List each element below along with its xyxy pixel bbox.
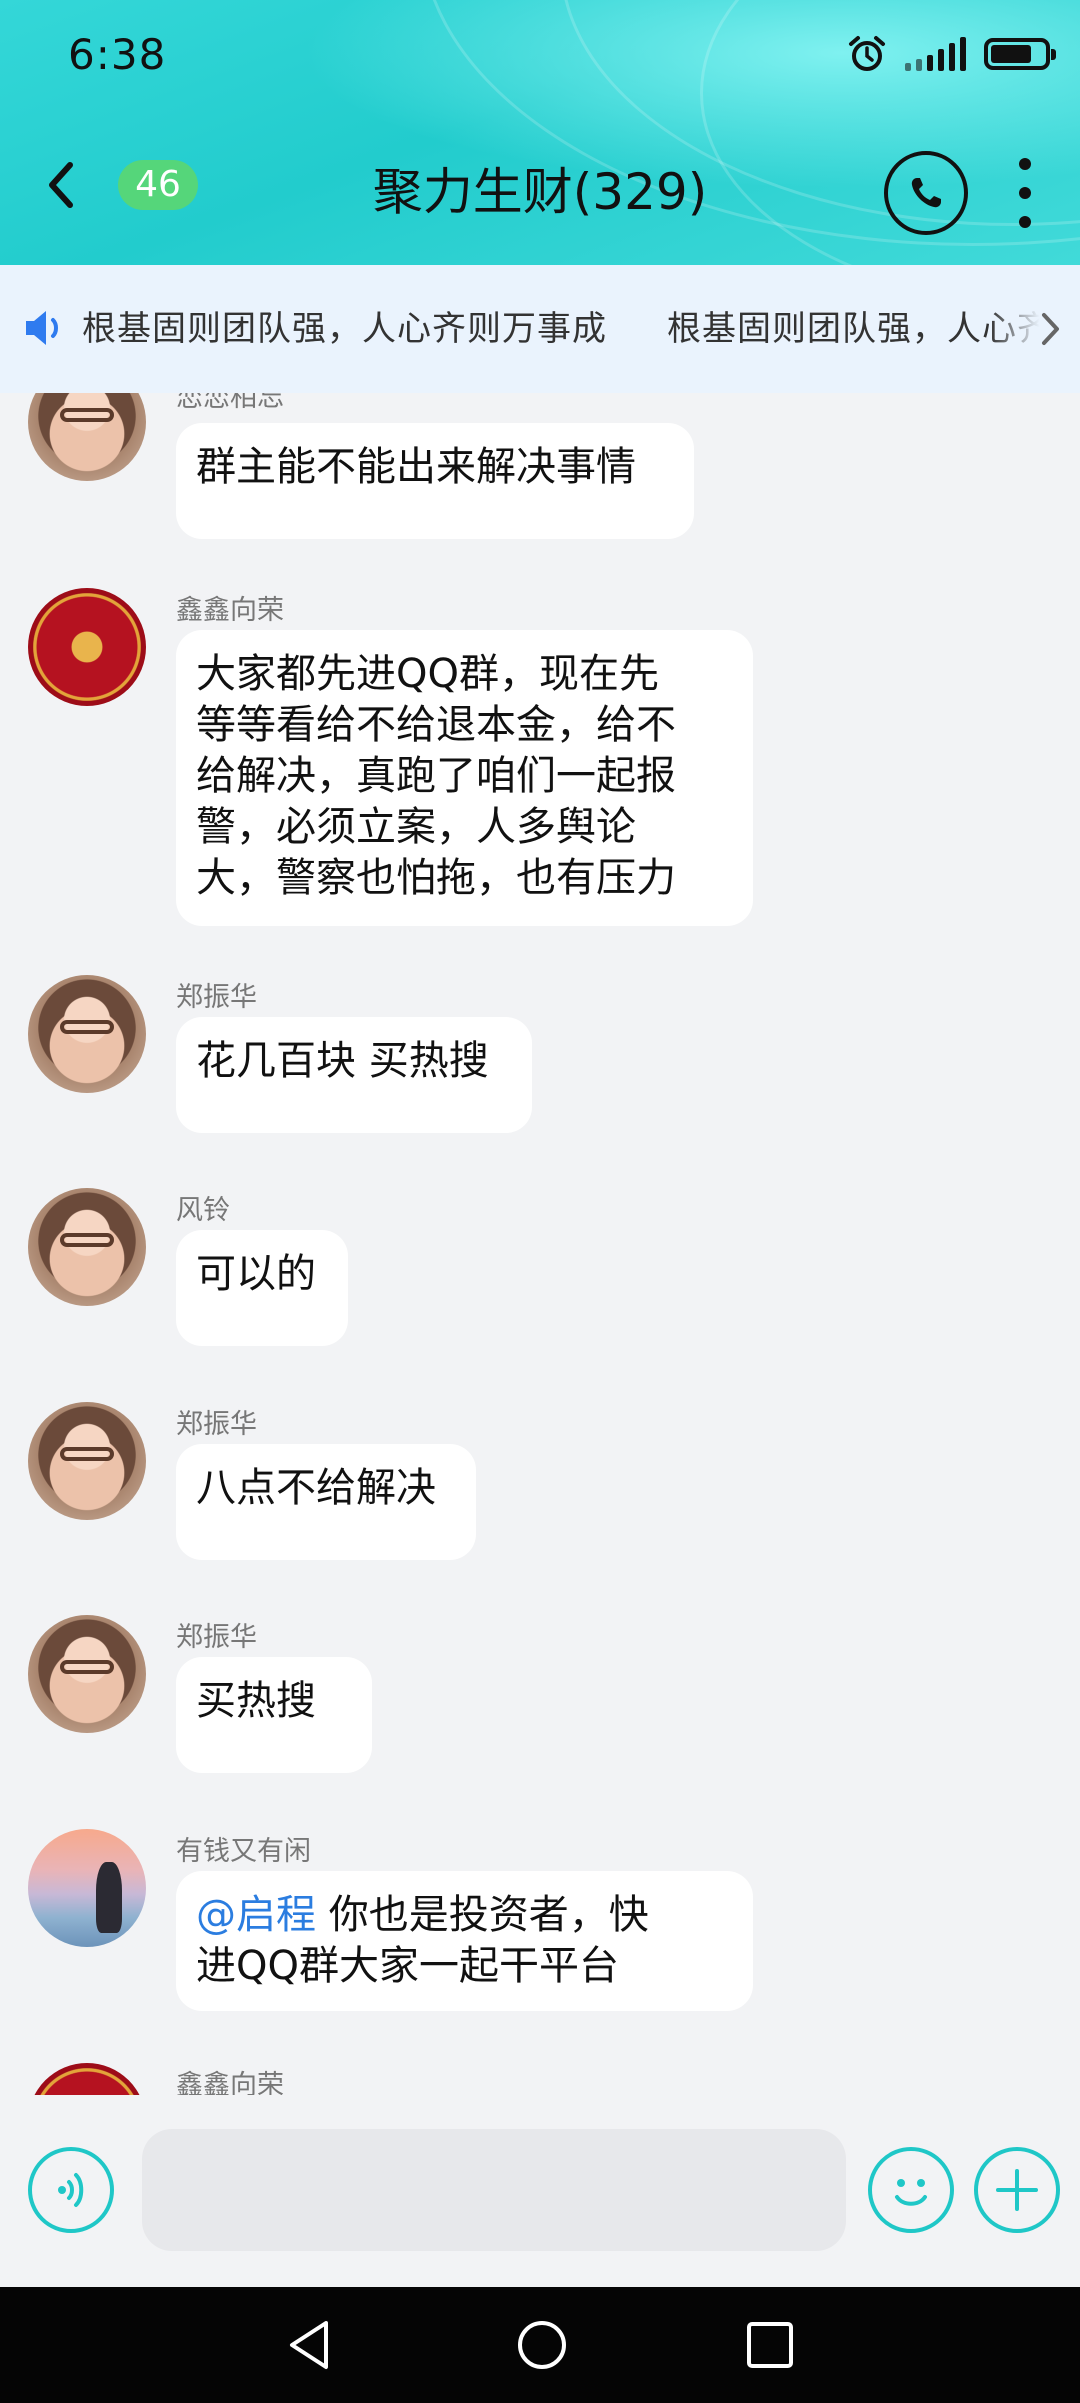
nav-recents-icon[interactable]: [744, 2317, 796, 2373]
avatar[interactable]: [28, 393, 146, 481]
announcement-text-primary: 根基固则团队强，人心齐则万事成: [82, 309, 607, 349]
mention-link[interactable]: @启程: [196, 1892, 316, 1938]
chat-header: 6:38 46 聚力生财(329): [0, 0, 1080, 265]
message-bubble[interactable]: 可以的: [176, 1230, 348, 1346]
message-bubble[interactable]: 大家都先进QQ群，现在先 等等看给不给退本金，给不 给解决，真跑了咱们一起报 警…: [176, 630, 753, 926]
sender-name: 恋恋相忘: [176, 393, 284, 413]
sender-name: 郑振华: [176, 982, 257, 1013]
status-time: 6:38: [68, 30, 167, 79]
more-vertical-icon: [1019, 158, 1031, 170]
emoji-icon: [895, 2179, 927, 2206]
battery-icon: [984, 38, 1056, 70]
emoji-button[interactable]: [868, 2147, 954, 2233]
input-bar: [0, 2095, 1080, 2287]
voice-button[interactable]: [28, 2147, 114, 2233]
call-button[interactable]: [884, 151, 968, 235]
alarm-icon: [849, 36, 885, 71]
message-text: 你也是投资者，快: [316, 1892, 649, 1938]
nav-back-icon[interactable]: [284, 2317, 334, 2373]
avatar[interactable]: [28, 1829, 146, 1947]
message-line: 等等看给不给退本金，给不: [196, 702, 676, 748]
sender-name: 鑫鑫向荣: [176, 2070, 284, 2095]
avatar[interactable]: [28, 1615, 146, 1733]
message-bubble[interactable]: 花几百块 买热搜: [176, 1017, 532, 1133]
message-line: 大，警察也怕拖，也有压力: [196, 855, 676, 901]
announcement-fade: [990, 265, 1080, 393]
phone-icon: [911, 178, 941, 208]
sender-name: 郑振华: [176, 1622, 257, 1653]
speaker-icon: [26, 311, 58, 345]
message-line: 进QQ群大家一起干平台: [196, 1943, 619, 1989]
message-bubble[interactable]: 买热搜: [176, 1657, 372, 1773]
sender-name: 郑振华: [176, 1409, 257, 1440]
sender-name: 风铃: [176, 1195, 230, 1226]
message-bubble[interactable]: @启程 你也是投资者，快 进QQ群大家一起干平台: [176, 1871, 753, 2011]
avatar[interactable]: [28, 975, 146, 1093]
sender-name: 有钱又有闲: [176, 1836, 311, 1867]
more-options-button[interactable]: [1010, 158, 1040, 228]
message-bubble[interactable]: 群主能不能出来解决事情: [176, 423, 694, 539]
plus-button[interactable]: [974, 2147, 1060, 2233]
message-input[interactable]: [142, 2129, 846, 2251]
announcement-text: 根基固则团队强，人心齐则万事成根基固则团队强，人心齐则万事成: [82, 301, 1080, 350]
plus-icon: [996, 2169, 1038, 2211]
message-line: 大家都先进QQ群，现在先: [196, 651, 659, 697]
message-line: 警，必须立案，人多舆论: [196, 804, 636, 850]
sender-name: 鑫鑫向荣: [176, 595, 284, 626]
avatar[interactable]: [28, 2063, 146, 2095]
system-nav-bar: [0, 2287, 1080, 2403]
group-announcement[interactable]: 根基固则团队强，人心齐则万事成根基固则团队强，人心齐则万事成: [0, 265, 1080, 393]
signal-icon: [905, 37, 966, 71]
avatar[interactable]: [28, 1188, 146, 1306]
avatar[interactable]: [28, 588, 146, 706]
avatar[interactable]: [28, 1402, 146, 1520]
message-line: @启程 你也是投资者，快: [196, 1890, 733, 1941]
voice-icon: [58, 2173, 84, 2207]
message-list[interactable]: 恋恋相忘 群主能不能出来解决事情 鑫鑫向荣 大家都先进QQ群，现在先 等等看给不…: [0, 393, 1080, 2095]
message-line: 给解决，真跑了咱们一起报: [196, 753, 676, 799]
nav-home-icon[interactable]: [514, 2317, 570, 2373]
status-icons: [847, 30, 1056, 78]
message-bubble[interactable]: 八点不给解决: [176, 1444, 476, 1560]
chevron-right-icon: [1042, 313, 1059, 345]
